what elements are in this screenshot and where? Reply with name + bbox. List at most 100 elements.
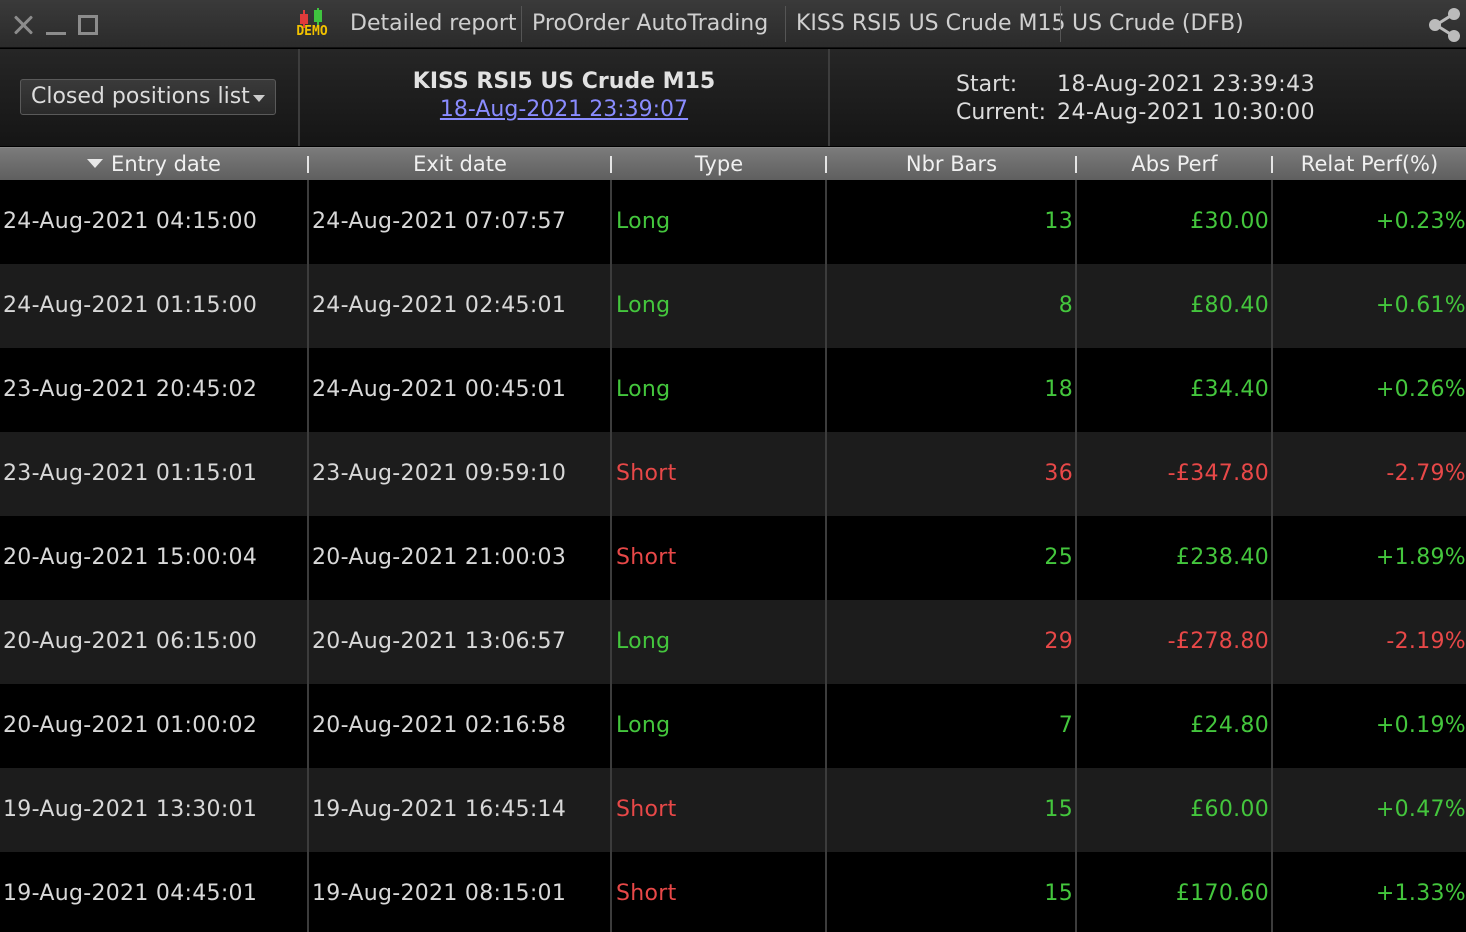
tab-divider (1060, 6, 1061, 42)
abs-perf-cell: £170.60 (1175, 881, 1269, 906)
entry-date-cell: 19-Aug-2021 04:45:01 (3, 881, 258, 906)
entry-date-cell: 19-Aug-2021 13:30:01 (3, 797, 258, 822)
type-cell: Long (616, 293, 671, 318)
entry-date-cell: 20-Aug-2021 06:15:00 (3, 629, 258, 654)
exit-date-cell: 19-Aug-2021 16:45:14 (312, 797, 567, 822)
relat-perf-cell: -2.79% (1386, 461, 1466, 486)
table-row[interactable]: 20-Aug-2021 01:00:02 20-Aug-2021 02:16:58… (0, 684, 1466, 768)
relat-perf-cell: +0.23% (1375, 209, 1466, 234)
close-icon[interactable] (10, 12, 36, 38)
exit-date-cell: 24-Aug-2021 02:45:01 (312, 293, 567, 318)
relat-perf-cell: +0.26% (1375, 377, 1466, 402)
abs-perf-cell: £30.00 (1190, 209, 1269, 234)
strategy-date-link[interactable]: 18-Aug-2021 23:39:07 (300, 97, 828, 122)
relat-perf-cell: +0.47% (1375, 797, 1466, 822)
relat-perf-cell: +0.19% (1375, 713, 1466, 738)
column-divider (1075, 180, 1077, 932)
exit-date-cell: 24-Aug-2021 00:45:01 (312, 377, 567, 402)
entry-date-cell: 20-Aug-2021 01:00:02 (3, 713, 258, 738)
table-row[interactable]: 19-Aug-2021 13:30:01 19-Aug-2021 16:45:14… (0, 768, 1466, 852)
type-cell: Short (616, 881, 677, 906)
nbr-bars-cell: 36 (1044, 461, 1073, 486)
abs-perf-cell: £80.40 (1190, 293, 1269, 318)
table-row[interactable]: 23-Aug-2021 01:15:01 23-Aug-2021 09:59:10… (0, 432, 1466, 516)
table-row[interactable]: 24-Aug-2021 01:15:00 24-Aug-2021 02:45:01… (0, 264, 1466, 348)
entry-date-cell: 20-Aug-2021 15:00:04 (3, 545, 258, 570)
column-divider (1271, 180, 1273, 932)
entry-date-cell: 24-Aug-2021 01:15:00 (3, 293, 258, 318)
positions-table: 24-Aug-2021 04:15:00 24-Aug-2021 07:07:57… (0, 180, 1466, 932)
table-row[interactable]: 23-Aug-2021 20:45:02 24-Aug-2021 00:45:01… (0, 348, 1466, 432)
nbr-bars-cell: 25 (1044, 545, 1073, 570)
relat-perf-cell: +1.33% (1375, 881, 1466, 906)
abs-perf-cell: £238.40 (1175, 545, 1269, 570)
type-cell: Short (616, 797, 677, 822)
minimize-icon[interactable] (46, 12, 66, 38)
relat-perf-cell: -2.19% (1386, 629, 1466, 654)
entry-date-cell: 23-Aug-2021 01:15:01 (3, 461, 258, 486)
tab-divider (521, 6, 522, 42)
table-row[interactable]: 20-Aug-2021 06:15:00 20-Aug-2021 13:06:57… (0, 600, 1466, 684)
column-header-nbr-bars[interactable]: Nbr Bars (827, 148, 1076, 181)
exit-date-cell: 23-Aug-2021 09:59:10 (312, 461, 567, 486)
start-label: Start: (956, 72, 1018, 97)
tab-proorder-autotrading[interactable]: ProOrder AutoTrading (532, 0, 768, 48)
abs-perf-cell: -£278.80 (1167, 629, 1269, 654)
abs-perf-cell: £24.80 (1190, 713, 1269, 738)
column-header-entry-date[interactable]: Entry date (0, 148, 308, 181)
current-value: 24-Aug-2021 10:30:00 (1057, 100, 1316, 125)
column-header-relat-perf[interactable]: Relat Perf(%) (1273, 148, 1466, 181)
column-header-type[interactable]: Type (612, 148, 826, 181)
header-divider (828, 49, 830, 146)
column-divider (610, 180, 612, 932)
share-icon[interactable] (1426, 8, 1466, 42)
abs-perf-cell: £34.40 (1190, 377, 1269, 402)
table-row[interactable]: 24-Aug-2021 04:15:00 24-Aug-2021 07:07:57… (0, 180, 1466, 264)
column-header-exit-date[interactable]: Exit date (309, 148, 611, 181)
demo-label: DEMO (296, 24, 328, 39)
abs-perf-cell: -£347.80 (1167, 461, 1269, 486)
exit-date-cell: 20-Aug-2021 13:06:57 (312, 629, 567, 654)
type-cell: Long (616, 629, 671, 654)
nbr-bars-cell: 29 (1044, 629, 1073, 654)
entry-date-cell: 24-Aug-2021 04:15:00 (3, 209, 258, 234)
start-value: 18-Aug-2021 23:39:43 (1057, 72, 1316, 97)
tab-instrument[interactable]: US Crude (DFB) (1072, 0, 1244, 48)
chevron-down-icon (253, 95, 265, 102)
tab-divider (785, 6, 786, 42)
nbr-bars-cell: 7 (1058, 713, 1073, 738)
sort-descending-icon (87, 159, 104, 168)
nbr-bars-cell: 8 (1058, 293, 1073, 318)
tab-detailed-report[interactable]: Detailed report (350, 0, 517, 48)
type-cell: Short (616, 461, 677, 486)
nbr-bars-cell: 15 (1044, 797, 1073, 822)
type-cell: Short (616, 545, 677, 570)
exit-date-cell: 20-Aug-2021 02:16:58 (312, 713, 567, 738)
exit-date-cell: 20-Aug-2021 21:00:03 (312, 545, 567, 570)
nbr-bars-cell: 13 (1044, 209, 1073, 234)
table-header: Entry date Exit date Type Nbr Bars Abs P… (0, 147, 1466, 180)
type-cell: Long (616, 209, 671, 234)
detailed-report-window: DEMO Detailed report ProOrder AutoTradin… (0, 0, 1466, 932)
column-divider (307, 180, 309, 932)
tab-strategy[interactable]: KISS RSI5 US Crude M15 (796, 0, 1065, 48)
relat-perf-cell: +1.89% (1375, 545, 1466, 570)
abs-perf-cell: £60.00 (1190, 797, 1269, 822)
demo-account-icon: DEMO (290, 8, 334, 40)
title-bar: DEMO Detailed report ProOrder AutoTradin… (0, 0, 1466, 48)
type-cell: Long (616, 713, 671, 738)
current-label: Current: (956, 100, 1047, 125)
nbr-bars-cell: 15 (1044, 881, 1073, 906)
type-cell: Long (616, 377, 671, 402)
entry-date-cell: 23-Aug-2021 20:45:02 (3, 377, 258, 402)
table-row[interactable]: 20-Aug-2021 15:00:04 20-Aug-2021 21:00:03… (0, 516, 1466, 600)
exit-date-cell: 24-Aug-2021 07:07:57 (312, 209, 567, 234)
report-header: Closed positions list KISS RSI5 US Crude… (0, 49, 1466, 146)
table-row[interactable]: 19-Aug-2021 04:45:01 19-Aug-2021 08:15:01… (0, 852, 1466, 932)
strategy-name: KISS RSI5 US Crude M15 (412, 69, 716, 94)
column-header-abs-perf[interactable]: Abs Perf (1077, 148, 1272, 181)
exit-date-cell: 19-Aug-2021 08:15:01 (312, 881, 567, 906)
view-select-dropdown[interactable]: Closed positions list (20, 79, 276, 115)
column-divider (825, 180, 827, 932)
maximize-icon[interactable] (78, 15, 98, 35)
